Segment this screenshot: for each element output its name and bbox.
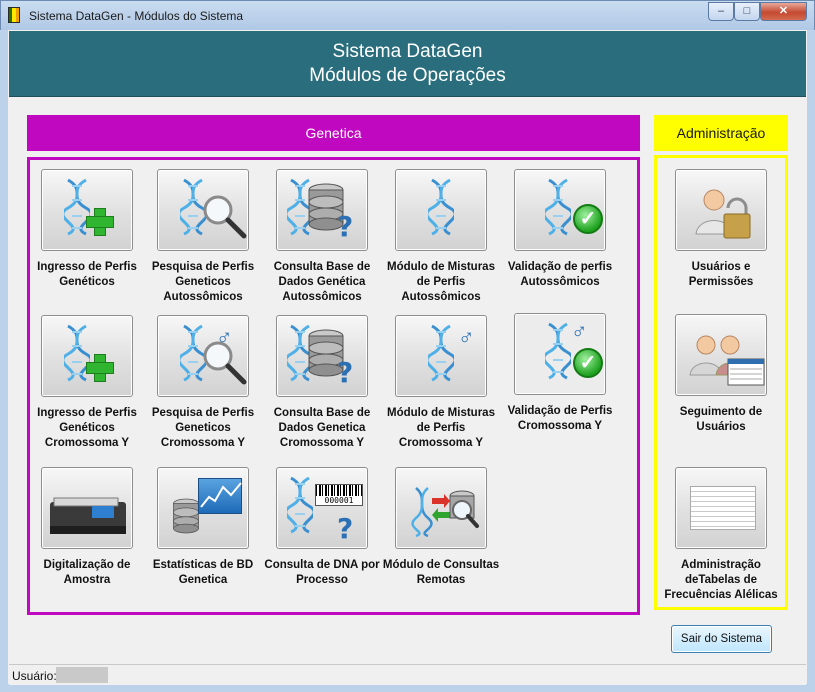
barcode-text: 000001 bbox=[316, 496, 362, 505]
module-label: Ingresso de Perfis Genéticos bbox=[37, 261, 137, 288]
module-label: Consulta de DNA por Processo bbox=[264, 559, 380, 586]
maximize-button[interactable]: □ bbox=[734, 2, 760, 21]
module-misturas[interactable]: Módulo de Misturas de Perfis Autossômico… bbox=[381, 169, 501, 305]
dna-icon bbox=[545, 322, 571, 380]
page-header: Sistema DataGen Módulos de Operações bbox=[9, 31, 806, 97]
consulta-dna-button[interactable]: 000001 ? bbox=[276, 467, 368, 549]
tabelas-button[interactable] bbox=[675, 467, 767, 549]
database-icon bbox=[172, 496, 200, 536]
misturas-y-button[interactable]: ♂ bbox=[395, 315, 487, 397]
user-value bbox=[56, 667, 108, 683]
section-genetica-header: Genetica bbox=[27, 115, 640, 151]
module-label: Módulo de Consultas Remotas bbox=[382, 559, 500, 586]
checkmark-icon: ✓ bbox=[573, 348, 603, 378]
male-symbol-icon: ♂ bbox=[571, 318, 588, 343]
module-label: Validação de Perfis Cromossoma Y bbox=[507, 405, 613, 432]
module-consulta-base[interactable]: ? Consulta Base de Dados Genética Autoss… bbox=[262, 169, 382, 305]
consultas-remotas-button[interactable] bbox=[395, 467, 487, 549]
chart-icon bbox=[198, 478, 242, 514]
question-mark-icon: ? bbox=[337, 210, 354, 243]
module-label: Consulta Base de Dados Genética Autossôm… bbox=[273, 261, 371, 303]
module-label: Pesquisa de Perfis Geneticos Autossômico… bbox=[151, 261, 255, 303]
pesquisa-perfis-button[interactable] bbox=[157, 169, 249, 251]
section-administracao-header: Administração bbox=[654, 115, 788, 151]
user-label: Usuário: bbox=[12, 669, 57, 683]
window-titlebar: Sistema DataGen - Módulos do Sistema – □… bbox=[0, 0, 815, 30]
magnifier-icon bbox=[200, 338, 248, 386]
module-label: Estatísticas de BD Genetica bbox=[152, 559, 254, 586]
module-misturas-y[interactable]: ♂ Módulo de Misturas de Perfis Cromossom… bbox=[381, 315, 501, 451]
validacao-button[interactable]: ✓ bbox=[514, 169, 606, 251]
header-title: Sistema DataGen bbox=[332, 41, 483, 62]
ingresso-y-button[interactable] bbox=[41, 315, 133, 397]
plus-icon bbox=[86, 208, 114, 236]
module-consultas-remotas[interactable]: Módulo de Consultas Remotas bbox=[381, 467, 501, 588]
misturas-button[interactable] bbox=[395, 169, 487, 251]
dna-icon bbox=[545, 178, 571, 236]
dna-icon bbox=[428, 178, 454, 236]
estatisticas-button[interactable] bbox=[157, 467, 249, 549]
module-label: Seguimento de Usuários bbox=[679, 406, 763, 433]
module-seguimento[interactable]: Seguimento de Usuários bbox=[661, 314, 781, 435]
exit-button[interactable]: Sair do Sistema bbox=[671, 625, 772, 653]
module-label: Digitalização de Amostra bbox=[43, 559, 131, 586]
user-lock-icon bbox=[695, 189, 751, 239]
module-label: Administração deTabelas de Frecuências A… bbox=[664, 559, 778, 601]
module-consulta-dna[interactable]: 000001 ? Consulta de DNA por Processo bbox=[262, 467, 382, 588]
question-mark-icon: ? bbox=[337, 356, 354, 389]
module-estatisticas[interactable]: Estatísticas de BD Genetica bbox=[143, 467, 263, 588]
module-validacao[interactable]: ✓ Validação de perfis Autossômicos bbox=[500, 169, 620, 290]
close-button[interactable]: ✕ bbox=[760, 2, 807, 21]
module-validacao-y[interactable]: ♂ ✓ Validação de Perfis Cromossoma Y bbox=[500, 313, 620, 434]
module-label: Ingresso de Perfis Genéticos Cromossoma … bbox=[37, 407, 137, 449]
ingresso-perfis-button[interactable] bbox=[41, 169, 133, 251]
question-mark-icon: ? bbox=[337, 512, 354, 545]
consulta-base-button[interactable]: ? bbox=[276, 169, 368, 251]
status-bar: Usuário: bbox=[9, 664, 806, 685]
users-tracking-icon bbox=[689, 335, 765, 386]
remote-query-icon bbox=[411, 487, 479, 538]
dna-icon bbox=[287, 476, 313, 534]
usuarios-button[interactable] bbox=[675, 169, 767, 251]
module-digitalizacao[interactable]: Digitalização de Amostra bbox=[27, 467, 147, 588]
module-pesquisa-perfis[interactable]: Pesquisa de Perfis Geneticos Autossômico… bbox=[143, 169, 263, 305]
module-label: Consulta Base de Dados Genetica Cromosso… bbox=[273, 407, 371, 449]
module-consulta-y[interactable]: ? Consulta Base de Dados Genetica Cromos… bbox=[262, 315, 382, 451]
module-label: Usuários e Permissões bbox=[688, 261, 754, 288]
seguimento-button[interactable] bbox=[675, 314, 767, 396]
module-tabelas[interactable]: Administração deTabelas de Frecuências A… bbox=[661, 467, 781, 603]
barcode-icon: 000001 bbox=[315, 484, 363, 506]
module-pesquisa-y[interactable]: ♂ Pesquisa de Perfis Geneticos Cromossom… bbox=[143, 315, 263, 451]
module-usuarios[interactable]: Usuários e Permissões bbox=[661, 169, 781, 290]
checkmark-icon: ✓ bbox=[573, 204, 603, 234]
module-ingresso-perfis[interactable]: Ingresso de Perfis Genéticos bbox=[27, 169, 147, 290]
module-label: Módulo de Misturas de Perfis Autossômico… bbox=[387, 261, 495, 303]
window-title: Sistema DataGen - Módulos do Sistema bbox=[29, 9, 244, 23]
plus-icon bbox=[86, 354, 114, 382]
consulta-y-button[interactable]: ? bbox=[276, 315, 368, 397]
app-icon bbox=[8, 7, 20, 23]
digitalizacao-button[interactable] bbox=[41, 467, 133, 549]
header-subtitle: Módulos de Operações bbox=[309, 65, 506, 86]
table-icon bbox=[690, 486, 756, 530]
dna-icon bbox=[428, 324, 454, 382]
module-ingresso-y[interactable]: Ingresso de Perfis Genéticos Cromossoma … bbox=[27, 315, 147, 451]
module-label: Pesquisa de Perfis Geneticos Cromossoma … bbox=[151, 407, 255, 449]
magnifier-icon bbox=[200, 192, 248, 240]
module-label: Validação de perfis Autossômicos bbox=[507, 261, 613, 288]
male-symbol-icon: ♂ bbox=[458, 324, 475, 349]
module-label: Módulo de Misturas de Perfis Cromossoma … bbox=[387, 407, 495, 449]
validacao-y-button[interactable]: ♂ ✓ bbox=[514, 313, 606, 395]
scanner-icon bbox=[50, 497, 126, 534]
minimize-button[interactable]: – bbox=[708, 2, 734, 21]
pesquisa-y-button[interactable]: ♂ bbox=[157, 315, 249, 397]
